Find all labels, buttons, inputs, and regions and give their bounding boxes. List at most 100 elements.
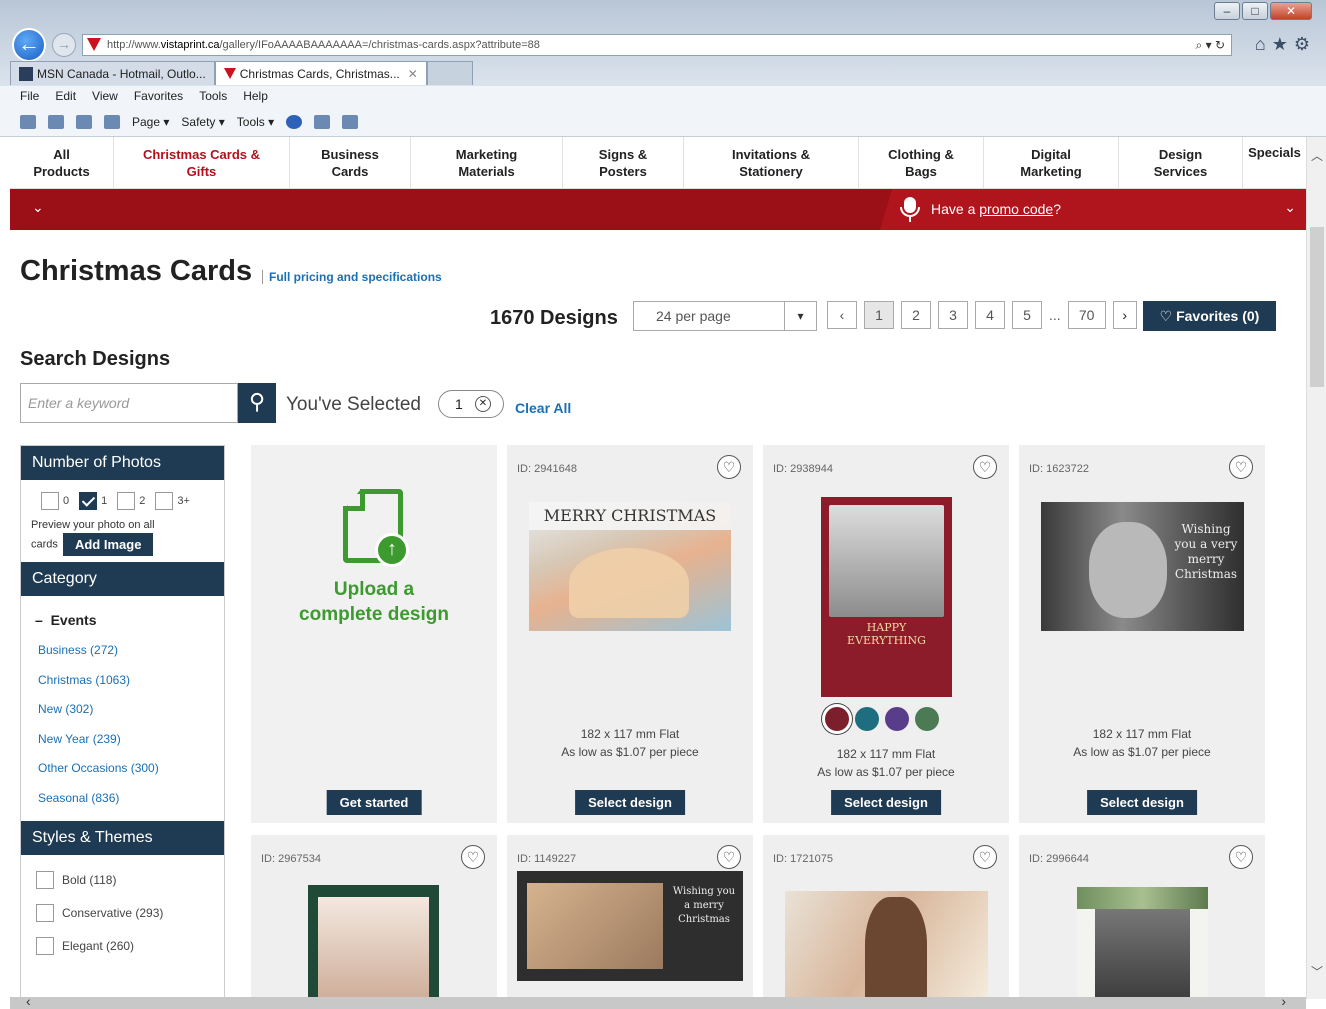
heart-icon[interactable]: ♡ [973, 455, 997, 479]
pricing-link[interactable]: Full pricing and specifications [262, 270, 442, 284]
page-1[interactable]: 1 [864, 301, 894, 329]
nav-design-services[interactable]: Design Services [1119, 137, 1243, 188]
checkbox-3plus-photos[interactable] [155, 492, 174, 510]
safety-menu[interactable]: Safety ▾ [181, 115, 224, 129]
style-conservative[interactable]: Conservative (293) [36, 896, 224, 929]
scroll-down-icon[interactable]: ﹀ [1311, 963, 1323, 980]
swatch-purple[interactable] [885, 707, 909, 731]
tab-christmas-cards[interactable]: Christmas Cards, Christmas... ✕ [214, 61, 427, 85]
chevron-down-icon[interactable]: ⌄ [32, 199, 44, 216]
design-card[interactable]: ID: 1623722 ♡ Wishing you a very merry C… [1019, 445, 1265, 823]
close-tab-icon[interactable]: ✕ [408, 63, 418, 85]
nav-all-products[interactable]: All Products [10, 137, 114, 188]
heart-icon[interactable]: ♡ [717, 455, 741, 479]
design-card[interactable]: ID: 2967534 ♡ [251, 835, 497, 1009]
page-3[interactable]: 3 [938, 301, 968, 329]
nav-christmas-cards[interactable]: Christmas Cards & Gifts [114, 137, 290, 188]
menu-file[interactable]: File [20, 86, 39, 108]
design-card[interactable]: ID: 2941648 ♡ MERRY CHRISTMAS 182 x 117 … [507, 445, 753, 823]
design-thumbnail[interactable]: MERRY CHRISTMAS [529, 502, 731, 631]
page-4[interactable]: 4 [975, 301, 1005, 329]
category-filter-header[interactable]: Category [21, 562, 224, 596]
nav-invitations[interactable]: Invitations & Stationery [684, 137, 859, 188]
design-card[interactable]: ID: 1721075 ♡ [763, 835, 1009, 1009]
swatch-teal[interactable] [855, 707, 879, 731]
events-group[interactable]: – Events [21, 596, 224, 628]
menu-view[interactable]: View [92, 86, 118, 108]
swatch-green[interactable] [915, 707, 939, 731]
address-bar[interactable]: http://www.vistaprint.ca/gallery/IFoAAAA… [82, 34, 1232, 56]
category-new[interactable]: New (302) [38, 695, 224, 725]
menu-favorites[interactable]: Favorites [134, 86, 183, 108]
minimize-icon[interactable]: – [1214, 2, 1240, 20]
checkbox-2-photos[interactable] [117, 492, 136, 510]
heart-icon[interactable]: ♡ [461, 845, 485, 869]
nav-clothing-bags[interactable]: Clothing & Bags [859, 137, 984, 188]
heart-icon[interactable]: ♡ [973, 845, 997, 869]
page-5[interactable]: 5 [1012, 301, 1042, 329]
design-thumbnail[interactable] [308, 885, 439, 1009]
page-70[interactable]: 70 [1067, 301, 1106, 329]
design-thumbnail[interactable]: Wishing you a very merry Christmas [1041, 502, 1244, 631]
promo-text[interactable]: Have a promo code? [931, 201, 1061, 217]
nav-business-cards[interactable]: Business Cards [290, 137, 411, 188]
scroll-up-icon[interactable]: ︿ [1311, 147, 1323, 164]
design-card[interactable]: ID: 2938944 ♡ HAPPY EVERYTHING 182 x 117 … [763, 445, 1009, 823]
page-2[interactable]: 2 [901, 301, 931, 329]
promo-code-link[interactable]: promo code [979, 201, 1053, 217]
search-button[interactable]: ⚲ [238, 383, 276, 423]
select-design-button[interactable]: Select design [1087, 790, 1197, 815]
design-card[interactable]: ID: 2996644 ♡ [1019, 835, 1265, 1009]
help-icon[interactable] [286, 115, 303, 129]
styles-filter-header[interactable]: Styles & Themes [21, 821, 224, 855]
heart-icon[interactable]: ♡ [717, 845, 741, 869]
forward-button[interactable]: → [52, 33, 76, 57]
scroll-left-icon[interactable]: ‹ [26, 993, 31, 1009]
photos-filter-header[interactable]: Number of Photos [21, 446, 224, 480]
add-image-button[interactable]: Add Image [62, 533, 154, 556]
checkbox-1-photo[interactable] [79, 492, 98, 510]
new-tab-button[interactable] [426, 61, 473, 85]
favorites-button[interactable]: ♡ Favorites (0) [1143, 301, 1276, 331]
prev-page-button[interactable]: ‹ [827, 301, 857, 329]
style-checkbox[interactable] [36, 903, 54, 922]
select-design-button[interactable]: Select design [575, 790, 685, 815]
upload-design-card[interactable]: ↑ Upload a complete design Get started [251, 445, 497, 823]
menu-edit[interactable]: Edit [55, 86, 76, 108]
category-seasonal[interactable]: Seasonal (836) [38, 784, 224, 814]
tools-menu[interactable]: Tools ▾ [237, 115, 274, 129]
next-page-button[interactable]: › [1112, 301, 1137, 329]
tab-msn[interactable]: MSN Canada - Hotmail, Outlo... [10, 61, 215, 85]
style-checkbox[interactable] [36, 870, 54, 889]
clear-all-link[interactable]: Clear All [515, 400, 571, 416]
nav-specials[interactable]: Specials [1243, 137, 1306, 188]
swatch-red[interactable] [825, 707, 849, 731]
design-card[interactable]: ID: 1149227 ♡ Wishing you a merry Christ… [507, 835, 753, 1009]
selected-chip[interactable]: 1 ✕ [438, 390, 504, 418]
select-design-button[interactable]: Select design [831, 790, 941, 815]
style-checkbox[interactable] [36, 936, 54, 955]
heart-icon[interactable]: ♡ [1229, 455, 1253, 479]
remove-icon[interactable]: ✕ [475, 396, 491, 412]
close-icon[interactable]: ✕ [1270, 2, 1312, 20]
print-icon[interactable] [104, 115, 120, 129]
scroll-thumb[interactable] [1310, 227, 1324, 387]
category-christmas[interactable]: Christmas (1063) [38, 666, 224, 696]
style-elegant[interactable]: Elegant (260) [36, 929, 224, 962]
menu-help[interactable]: Help [243, 86, 268, 108]
scroll-right-icon[interactable]: › [1281, 993, 1286, 1009]
design-thumbnail[interactable]: Wishing you a merry Christmas [517, 871, 743, 981]
category-new-year[interactable]: New Year (239) [38, 725, 224, 755]
addon-icon[interactable] [314, 115, 331, 129]
refresh-icon[interactable]: ⌕ ▾ ↻ [1196, 35, 1225, 55]
maximize-icon[interactable]: □ [1242, 2, 1268, 20]
home-icon[interactable] [20, 115, 36, 129]
research-icon[interactable] [342, 115, 359, 129]
design-thumbnail[interactable]: HAPPY EVERYTHING [821, 497, 952, 697]
design-thumbnail[interactable] [1077, 887, 1208, 1009]
keyword-input[interactable]: Enter a keyword [20, 383, 238, 423]
category-other-occasions[interactable]: Other Occasions (300) [38, 754, 224, 784]
design-thumbnail[interactable] [785, 891, 988, 1009]
style-bold[interactable]: Bold (118) [36, 863, 224, 896]
nav-marketing-materials[interactable]: Marketing Materials [411, 137, 563, 188]
